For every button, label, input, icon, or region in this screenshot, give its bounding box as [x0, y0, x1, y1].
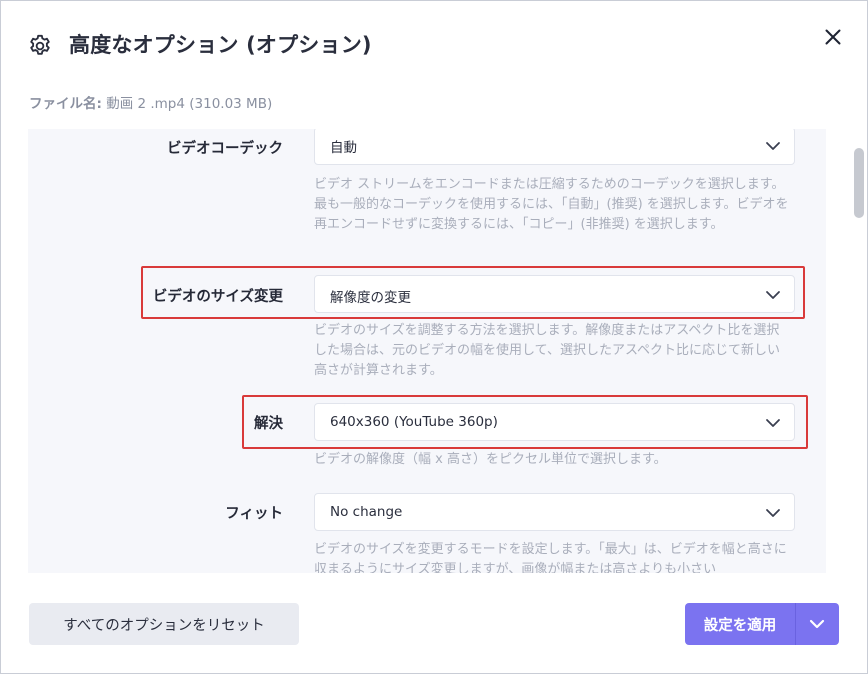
fit-select[interactable]: No change [314, 493, 795, 531]
resize-help-text: ビデオのサイズを調整する方法を選択します。解像度またはアスペクト比を選択した場合… [314, 323, 781, 378]
chevron-down-icon [766, 419, 780, 427]
resolution-select[interactable]: 640x360 (YouTube 360p) [314, 403, 795, 441]
fit-help-text: ビデオのサイズを変更するモードを設定します。「最大」は、ビデオを幅と高さに収まる… [314, 542, 787, 573]
codec-label: ビデオコーデック [167, 141, 283, 157]
codec-help-text: ビデオ ストリームをエンコードまたは圧縮するためのコーデックを選択します。最も一… [314, 177, 789, 232]
resolution-help-text: ビデオの解像度（幅 x 高さ）をピクセル単位で選択します。 [314, 452, 667, 467]
file-info: ファイル名: 動画 2 .mp4 (310.03 MB) [29, 92, 272, 112]
apply-settings-button[interactable]: 設定を適用 [685, 603, 795, 645]
options-panel: ビデオコーデック 自動 ビデオ ストリームをエンコードまたは圧縮するためのコーデ… [28, 129, 826, 573]
file-name-value: 動画 2 .mp4 (310.03 MB) [101, 96, 273, 112]
fit-label: フィット [225, 506, 283, 522]
chevron-down-icon [766, 291, 780, 299]
reset-all-options-button[interactable]: すべてのオプションをリセット [29, 603, 299, 645]
resize-select-value: 解像度の変更 [330, 290, 411, 306]
advanced-options-dialog: 高度なオプション (オプション) ファイル名: 動画 2 .mp4 (310.0… [0, 0, 868, 674]
gear-icon [27, 33, 53, 59]
chevron-down-icon [809, 619, 825, 629]
dialog-title: 高度なオプション (オプション) [69, 33, 372, 57]
resize-select[interactable]: 解像度の変更 [314, 275, 795, 313]
file-name-label: ファイル名: [29, 96, 102, 112]
resolution-select-value: 640x360 (YouTube 360p) [330, 414, 498, 430]
dialog-header: 高度なオプション (オプション) [1, 1, 867, 91]
fit-select-value: No change [330, 504, 403, 520]
chevron-down-icon [766, 509, 780, 517]
chevron-down-icon [766, 142, 780, 150]
apply-options-dropdown[interactable] [796, 603, 839, 645]
apply-settings-split-button: 設定を適用 [685, 603, 839, 645]
scrollbar-thumb[interactable] [854, 148, 864, 218]
codec-select[interactable]: 自動 [314, 129, 795, 165]
resolution-label: 解決 [254, 416, 283, 432]
close-icon[interactable] [821, 25, 845, 49]
codec-select-value: 自動 [330, 140, 357, 156]
resize-label: ビデオのサイズ変更 [152, 289, 283, 305]
